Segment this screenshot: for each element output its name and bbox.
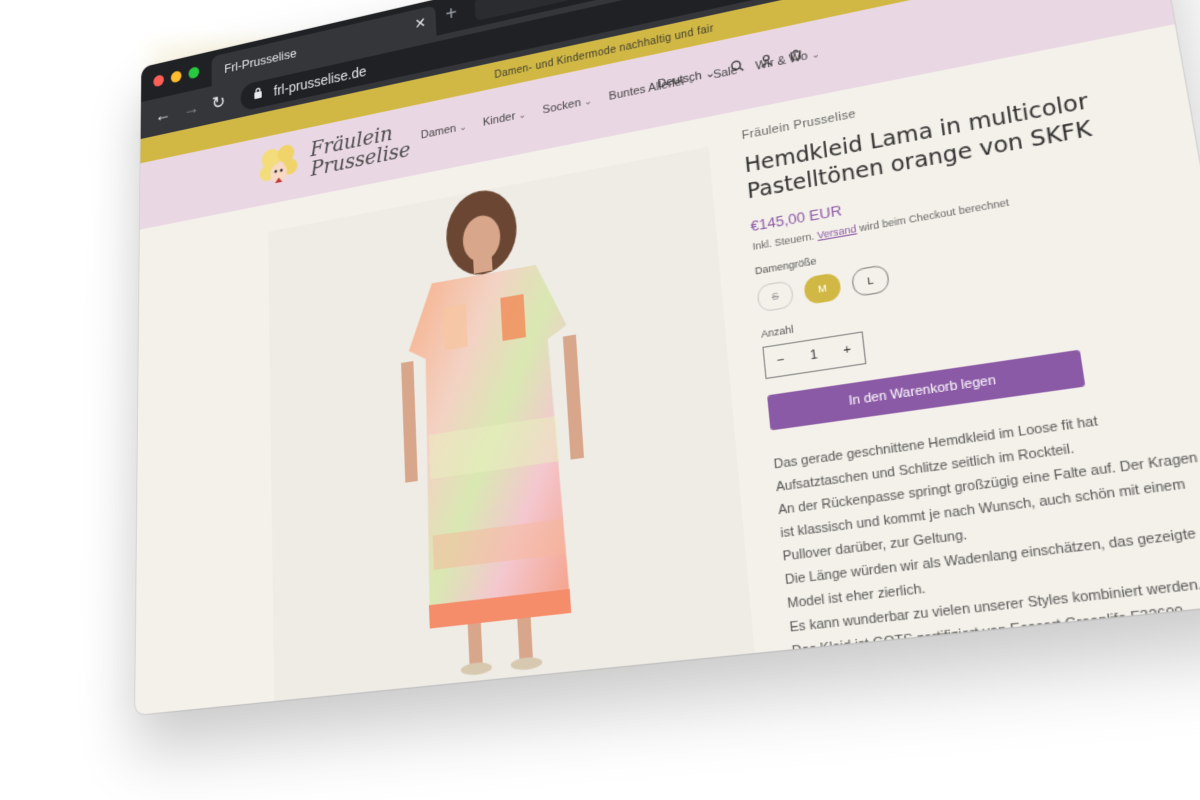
decrease-quantity-button[interactable]: − [776,353,785,368]
add-to-cart-label: In den Warenkorb legen [848,373,997,409]
window-controls [153,65,200,88]
forward-arrow-icon[interactable]: → [183,97,199,120]
maximize-window-button[interactable] [188,65,200,80]
nav-label: Kinder [482,110,516,129]
size-option-l[interactable]: L [850,263,891,298]
nav-label: Socken [542,96,582,117]
product-image[interactable] [268,146,756,704]
description-paragraph: 100% Baumwolle (bio) [796,679,940,709]
shipping-link[interactable]: Versand [817,223,857,241]
stage: Frl-Prusselise ✕ + ⋮ ← → ↻ frl-prusselis… [0,0,1200,800]
product-description: Das gerade geschnittene Hemdkleid im Loo… [773,397,1200,714]
minimize-window-button[interactable] [170,70,182,84]
header-utilities: Deutsch ⌄ [657,46,803,91]
nav-label: Damen [420,122,457,142]
chevron-down-icon: ⌄ [458,121,467,133]
reload-icon[interactable]: ↻ [212,92,226,115]
nav-item-damen[interactable]: Damen ⌄ [421,120,467,141]
size-option-s[interactable]: S [756,279,795,313]
lock-icon [253,86,262,102]
quantity-input[interactable]: 1 [809,348,818,363]
nav-item-socken[interactable]: Socken ⌄ [542,94,592,116]
cart-icon[interactable] [788,46,803,65]
search-icon[interactable] [730,59,745,77]
back-arrow-icon[interactable]: ← [155,104,171,127]
logo-text: Fräulein Prusselise [310,119,411,181]
account-icon[interactable] [759,53,774,71]
increase-quantity-button[interactable]: + [843,343,852,358]
size-option-m[interactable]: M [803,271,842,306]
chevron-down-icon: ⌄ [810,48,821,61]
quantity-stepper: − 1 + [762,331,867,380]
new-tab-button[interactable]: + [445,2,457,27]
tax-prefix: Inkl. Steuern. [752,230,815,253]
chevron-down-icon: ⌄ [704,66,716,82]
product-info: Fräulein Prusselise Hemdkleid Lama in mu… [741,52,1200,713]
close-window-button[interactable] [153,74,164,88]
browser-window: Frl-Prusselise ✕ + ⋮ ← → ↻ frl-prusselis… [135,0,1200,715]
close-tab-icon[interactable]: ✕ [414,14,426,33]
nav-item-kinder[interactable]: Kinder ⌄ [483,108,527,129]
chevron-down-icon: ⌄ [518,108,527,121]
model-wearing-dress-image [268,146,756,704]
logo-illustration-icon [258,139,302,192]
chevron-down-icon: ⌄ [583,95,593,108]
